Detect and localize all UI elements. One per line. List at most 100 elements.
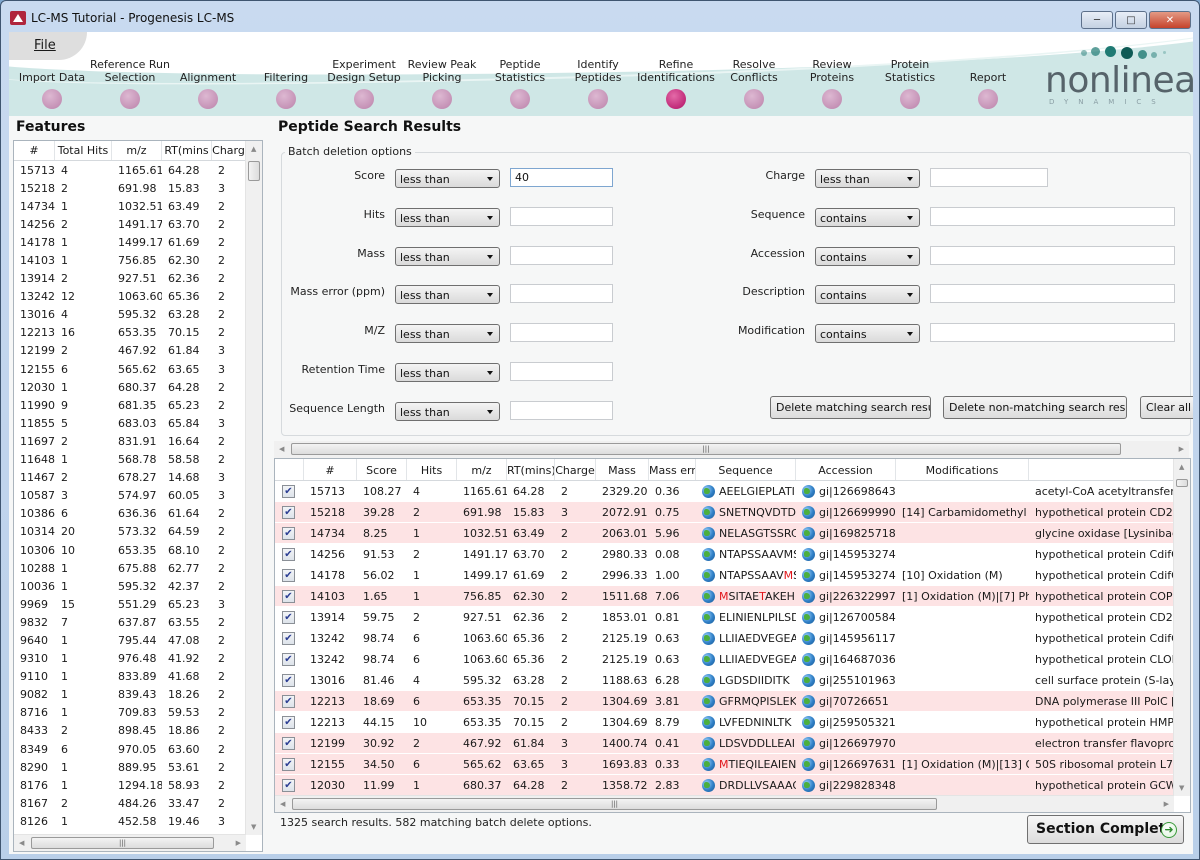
scroll-right-icon[interactable]: ▶ bbox=[1179, 445, 1184, 453]
globe-icon[interactable] bbox=[702, 568, 715, 582]
feature-row[interactable]: 12213 16 653.35 70.15 2 bbox=[14, 324, 262, 342]
feature-row[interactable]: 14103 1 756.85 62.30 2 bbox=[14, 251, 262, 269]
row-checkbox[interactable]: ✔ bbox=[282, 610, 295, 624]
result-row[interactable]: ✔ 14103 1.65 1 756.85 62.30 2 1511.68 7.06 MSITAE… bbox=[275, 586, 1190, 607]
feature-row[interactable]: 11697 2 831.91 16.64 2 bbox=[14, 432, 262, 450]
workflow-step-import-data[interactable]: Import Data bbox=[9, 56, 95, 109]
feature-row[interactable]: 12199 2 467.92 61.84 3 bbox=[14, 342, 262, 360]
sequence-length-value-input[interactable] bbox=[510, 401, 613, 420]
results-column-header[interactable]: Accession bbox=[796, 459, 896, 480]
results-hscroll-thumb[interactable]: ||| bbox=[292, 798, 937, 810]
feature-row[interactable]: 8176 1 1294.18 58.93 2 bbox=[14, 776, 262, 794]
feature-row[interactable]: 14734 1 1032.51 63.49 2 bbox=[14, 197, 262, 215]
results-column-header[interactable]: Mass bbox=[596, 459, 649, 480]
globe-icon[interactable] bbox=[702, 673, 715, 687]
feature-row[interactable]: 14256 2 1491.17 63.70 2 bbox=[14, 215, 262, 233]
globe-icon[interactable] bbox=[802, 652, 815, 666]
globe-icon[interactable] bbox=[702, 547, 715, 561]
feature-row[interactable]: 8167 2 484.26 33.47 2 bbox=[14, 794, 262, 812]
sequence-length-operator-select[interactable]: less than bbox=[395, 402, 500, 421]
feature-row[interactable]: 9640 1 795.44 47.08 2 bbox=[14, 631, 262, 649]
workflow-step-experiment-design-setup[interactable]: Experiment Design Setup bbox=[321, 56, 407, 109]
globe-icon[interactable] bbox=[802, 505, 815, 519]
workflow-step-filtering[interactable]: Filtering bbox=[243, 56, 329, 109]
charge-operator-select[interactable]: less than bbox=[815, 169, 920, 188]
feature-row[interactable]: 13016 4 595.32 63.28 2 bbox=[14, 306, 262, 324]
row-checkbox[interactable]: ✔ bbox=[282, 631, 295, 645]
results-column-header[interactable]: Hits bbox=[407, 459, 457, 480]
results-column-header[interactable] bbox=[1029, 459, 1175, 480]
results-vertical-scrollbar[interactable]: ▲ ▼ bbox=[1173, 459, 1190, 796]
feature-row[interactable]: 9110 1 833.89 41.68 2 bbox=[14, 668, 262, 686]
scroll-down-icon[interactable]: ▼ bbox=[1179, 784, 1184, 792]
section-complete-button[interactable]: Section Complete ➜ bbox=[1027, 815, 1184, 844]
workflow-step-review-peak-picking[interactable]: Review Peak Picking bbox=[399, 56, 485, 109]
feature-row[interactable]: 8349 6 970.05 63.60 2 bbox=[14, 740, 262, 758]
result-row[interactable]: ✔ 13242 98.74 6 1063.60 65.36 2 2125.19 0.63 LLII… bbox=[275, 649, 1190, 670]
feature-row[interactable]: 11467 2 678.27 14.68 3 bbox=[14, 469, 262, 487]
feature-row[interactable]: 13242 12 1063.60 65.36 2 bbox=[14, 288, 262, 306]
sequence-value-input[interactable] bbox=[930, 207, 1175, 226]
row-checkbox[interactable]: ✔ bbox=[282, 505, 295, 519]
row-checkbox[interactable]: ✔ bbox=[282, 547, 295, 561]
workflow-step-identify-peptides[interactable]: Identify Peptides bbox=[555, 56, 641, 109]
score-value-input[interactable]: 40 bbox=[510, 168, 613, 187]
row-checkbox[interactable]: ✔ bbox=[282, 484, 295, 498]
results-column-header[interactable]: Score bbox=[357, 459, 407, 480]
hits-value-input[interactable] bbox=[510, 207, 613, 226]
features-column-header[interactable]: Charg bbox=[212, 141, 246, 160]
workflow-step-refine-identifications[interactable]: Refine Identifications bbox=[633, 56, 719, 109]
globe-icon[interactable] bbox=[802, 526, 815, 540]
workflow-step-review-proteins[interactable]: Review Proteins bbox=[789, 56, 875, 109]
result-row[interactable]: ✔ 14734 8.25 1 1032.51 63.49 2 2063.01 5.96 NELAS… bbox=[275, 523, 1190, 544]
features-vscroll-thumb[interactable] bbox=[248, 161, 260, 181]
workflow-step-alignment[interactable]: Alignment bbox=[165, 56, 251, 109]
feature-row[interactable]: 11855 5 683.03 65.84 3 bbox=[14, 414, 262, 432]
feature-row[interactable]: 9310 1 976.48 41.92 2 bbox=[14, 650, 262, 668]
charge-value-input[interactable] bbox=[930, 168, 1048, 187]
row-checkbox[interactable]: ✔ bbox=[282, 589, 295, 603]
mass-operator-select[interactable]: less than bbox=[395, 247, 500, 266]
globe-icon[interactable] bbox=[802, 778, 815, 792]
mass-error-ppm-operator-select[interactable]: less than bbox=[395, 285, 500, 304]
feature-row[interactable]: 11648 1 568.78 58.58 2 bbox=[14, 451, 262, 469]
result-row[interactable]: ✔ 12030 11.99 1 680.37 64.28 2 1358.72 2.83 DRDLL… bbox=[275, 775, 1190, 796]
globe-icon[interactable] bbox=[702, 505, 715, 519]
mass-error-ppm-value-input[interactable] bbox=[510, 284, 613, 303]
result-row[interactable]: ✔ 15713 108.27 4 1165.61 64.28 2 2329.20 0.36 AEE… bbox=[275, 481, 1190, 502]
globe-icon[interactable] bbox=[802, 673, 815, 687]
result-row[interactable]: ✔ 12213 44.15 10 653.35 70.15 2 1304.69 8.79 LVFE… bbox=[275, 712, 1190, 733]
feature-row[interactable]: 10386 6 636.36 61.64 2 bbox=[14, 505, 262, 523]
mass-value-input[interactable] bbox=[510, 246, 613, 265]
features-column-header[interactable]: RT(mins bbox=[162, 141, 212, 160]
row-checkbox[interactable]: ✔ bbox=[282, 568, 295, 582]
scroll-up-icon[interactable]: ▲ bbox=[1179, 463, 1184, 471]
feature-row[interactable]: 10314 20 573.32 64.59 2 bbox=[14, 523, 262, 541]
accession-value-input[interactable] bbox=[930, 246, 1175, 265]
features-horizontal-scrollbar[interactable]: ◀ ||| ▶ bbox=[14, 834, 246, 851]
modification-operator-select[interactable]: contains bbox=[815, 324, 920, 343]
scroll-left-icon[interactable]: ◀ bbox=[280, 800, 285, 808]
workflow-step-peptide-statistics[interactable]: Peptide Statistics bbox=[477, 56, 563, 109]
workflow-step-resolve-conflicts[interactable]: Resolve Conflicts bbox=[711, 56, 797, 109]
delete-nonmatching-button[interactable]: Delete non-matching search results bbox=[943, 396, 1127, 419]
results-column-header[interactable]: RT(mins) bbox=[507, 459, 555, 480]
feature-row[interactable]: 15713 4 1165.61 64.28 2 bbox=[14, 161, 262, 179]
globe-icon[interactable] bbox=[702, 694, 715, 708]
feature-row[interactable]: 14178 1 1499.17 61.69 2 bbox=[14, 233, 262, 251]
workflow-step-reference-run-selection[interactable]: Reference Run Selection bbox=[87, 56, 173, 109]
feature-row[interactable]: 9082 1 839.43 18.26 2 bbox=[14, 686, 262, 704]
row-checkbox[interactable]: ✔ bbox=[282, 715, 295, 729]
globe-icon[interactable] bbox=[702, 652, 715, 666]
batch-horizontal-scrollbar[interactable]: ◀ ||| ▶ bbox=[274, 441, 1189, 458]
feature-row[interactable]: 8716 1 709.83 59.53 2 bbox=[14, 704, 262, 722]
modification-value-input[interactable] bbox=[930, 323, 1175, 342]
delete-matching-button[interactable]: Delete matching search results bbox=[770, 396, 931, 419]
row-checkbox[interactable]: ✔ bbox=[282, 652, 295, 666]
results-column-header[interactable]: # bbox=[304, 459, 357, 480]
feature-row[interactable]: 9969 15 551.29 65.23 3 bbox=[14, 595, 262, 613]
feature-row[interactable]: 10288 1 675.88 62.77 2 bbox=[14, 559, 262, 577]
globe-icon[interactable] bbox=[702, 778, 715, 792]
row-checkbox[interactable]: ✔ bbox=[282, 526, 295, 540]
feature-row[interactable]: 8290 1 889.95 53.61 2 bbox=[14, 758, 262, 776]
